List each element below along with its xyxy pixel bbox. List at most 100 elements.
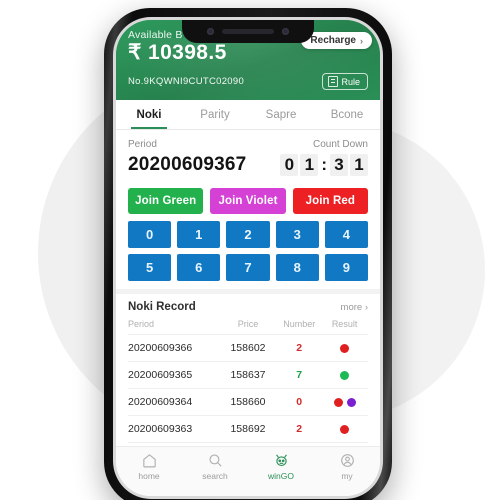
result-dots [321,343,368,353]
tab-bcone[interactable]: Bcone [314,100,380,129]
phone-notch [182,20,314,43]
column-header-price: Price [237,319,259,330]
nav-item-my[interactable]: my [314,452,380,481]
countdown-label: Count Down [312,139,368,151]
bottom-navigation-bar: home search winGO my [116,446,380,496]
nav-item-wingo[interactable]: winGO [248,452,314,481]
number-button-7[interactable]: 7 [226,254,270,282]
recharge-button-label: Recharge [310,35,356,46]
table-row[interactable]: 20200609363 158692 2 [128,416,368,444]
join-violet-label: Join Violet [218,195,278,208]
join-green-label: Join Green [135,195,197,208]
number-button-6[interactable]: 6 [177,254,221,282]
result-dots [321,424,368,434]
cell-price: 158602 [230,342,266,355]
join-red-button[interactable]: Join Red [292,188,368,215]
front-camera-icon [207,28,214,35]
column-header-period: Period [128,319,155,330]
nav-item-home[interactable]: home [116,452,182,481]
account-row: No.9KQWNI9CUTC02090 Rule [128,73,368,91]
cell-period: 20200609366 [128,342,193,355]
rule-button-label: Rule [341,76,360,87]
number-button-0[interactable]: 0 [128,221,172,249]
join-green-button[interactable]: Join Green [128,188,204,215]
tab-sapre[interactable]: Sapre [248,100,314,129]
game-tabs: Noki Parity Sapre Bcone [116,100,380,131]
nav-item-wingo-label: winGO [268,471,294,481]
number-button-8[interactable]: 8 [275,254,319,282]
cell-period: 20200609365 [128,369,193,382]
result-dot [340,343,350,353]
period-label: Period [128,139,157,151]
result-dot [333,397,343,407]
number-button-1[interactable]: 1 [177,221,221,249]
wingo-icon [273,452,290,469]
home-icon [141,452,158,469]
column-header-number: Number [283,319,316,330]
record-title: Noki Record [128,301,196,314]
table-row[interactable]: 20200609366 158602 2 [128,335,368,363]
join-red-label: Join Red [305,195,355,208]
cell-number: 7 [296,369,303,382]
number-button-2[interactable]: 2 [226,221,270,249]
result-dot [340,370,350,380]
number-button-9[interactable]: 9 [324,254,368,282]
join-violet-button[interactable]: Join Violet [210,188,286,215]
result-dot [340,424,350,434]
join-button-row: Join Green Join Violet Join Red [116,182,380,221]
cell-result [321,343,368,353]
result-dot [346,397,356,407]
countdown-digit: 0 [280,154,299,177]
column-header-result: Result [331,319,358,330]
countdown-timer: 0 1 : 3 1 [280,154,368,177]
cell-price: 158637 [230,369,266,382]
cell-price: 158692 [230,423,266,436]
account-icon [339,452,356,469]
table-row[interactable]: 20200609364 158660 0 [128,389,368,417]
countdown-digit: 1 [350,154,368,177]
nav-item-search-label: search [202,471,228,481]
number-button-4[interactable]: 4 [324,221,368,249]
tab-noki-label: Noki [136,109,162,122]
countdown-separator: : [321,155,327,175]
countdown-digit: 3 [330,154,348,177]
tab-parity[interactable]: Parity [182,100,248,129]
number-button-grid: 0 1 2 3 4 5 6 7 8 9 [116,221,380,289]
tab-noki[interactable]: Noki [116,100,182,130]
table-row[interactable]: 20200609365 158637 7 [128,362,368,390]
tab-parity-label: Parity [200,109,230,122]
round-info: Period 20200609367 Count Down 0 1 : 3 1 [116,130,380,183]
tab-bcone-label: Bcone [330,109,364,122]
nav-item-search[interactable]: search [182,452,248,481]
chevron-right-icon: › [360,35,363,46]
cell-number: 2 [296,423,303,436]
countdown-digit: 1 [300,154,319,177]
cell-price: 158660 [230,396,266,409]
period-value: 20200609367 [128,154,247,176]
cell-number: 2 [296,342,303,355]
nav-item-home-label: home [138,471,160,481]
result-dots [321,397,368,407]
cell-period: 20200609364 [128,396,193,409]
record-table-header: Period Price Number Result [128,319,368,336]
document-icon [328,76,339,88]
cell-result [321,397,368,407]
search-icon [207,452,224,469]
proximity-sensor-icon [282,28,289,35]
record-more-link[interactable]: more › [341,302,368,313]
result-dots [321,370,368,380]
number-button-3[interactable]: 3 [275,221,319,249]
period-block: Period 20200609367 [128,139,246,176]
cell-result [321,370,368,380]
cell-number: 0 [296,396,303,409]
phone-bezel: Available B ₹ 10398.5 Recharge › No.9KQW… [113,17,383,499]
account-number: No.9KQWNI9CUTC02090 [128,76,245,88]
number-button-5[interactable]: 5 [128,254,172,282]
cell-period: 20200609363 [128,423,193,436]
cell-result [321,424,368,434]
phone-device-frame: Available B ₹ 10398.5 Recharge › No.9KQW… [104,8,392,500]
record-header: Noki Record more › [116,289,380,319]
countdown-block: Count Down 0 1 : 3 1 [280,139,368,177]
nav-item-my-label: my [341,471,353,481]
rule-button[interactable]: Rule [322,73,368,91]
